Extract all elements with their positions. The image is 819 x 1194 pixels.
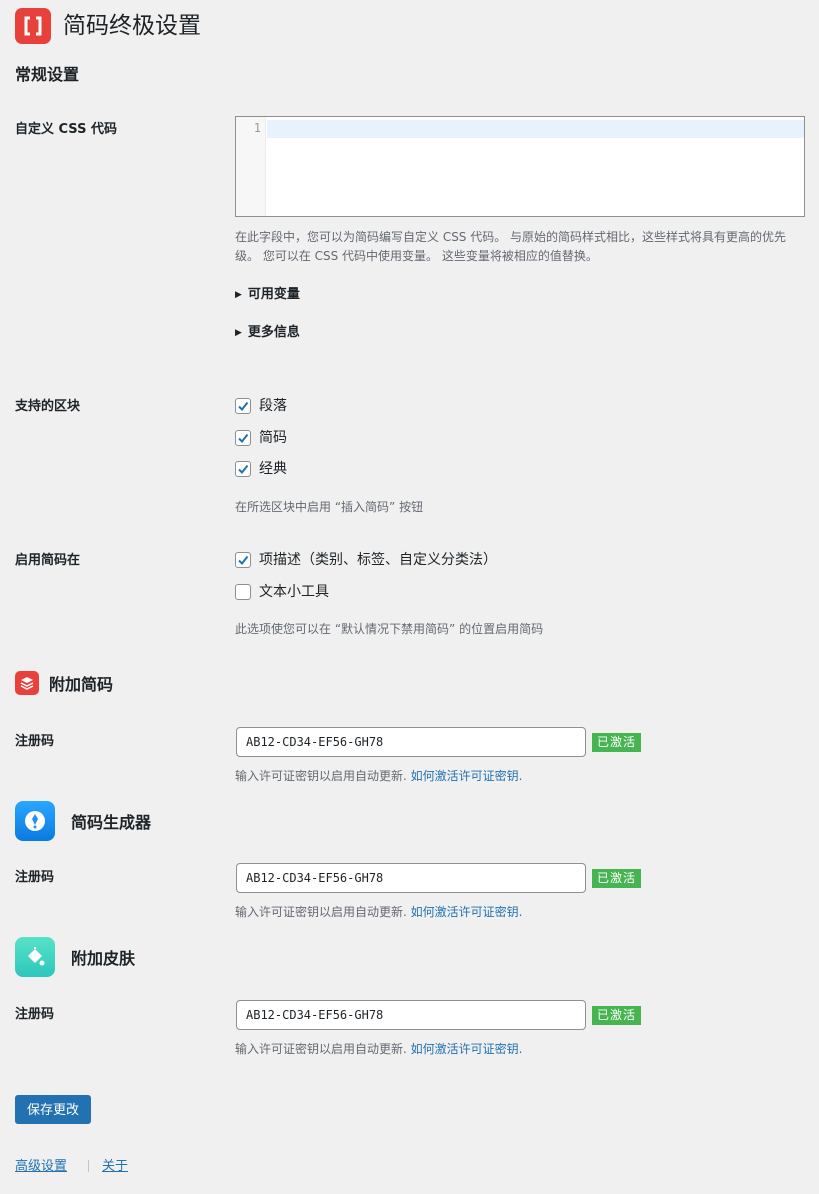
license-label: 注册码	[15, 870, 55, 885]
checkbox-label: 经典	[259, 461, 287, 477]
addon-skins-logo	[15, 937, 55, 977]
license-key-input[interactable]	[236, 727, 586, 757]
license-help-text: 输入许可证密钥以启用自动更新.	[235, 905, 407, 919]
triangle-right-icon: ▶	[235, 290, 242, 300]
css-code-editor[interactable]: 1	[235, 116, 805, 217]
plugin-logo	[15, 8, 51, 44]
license-key-input[interactable]	[236, 863, 586, 893]
about-link[interactable]: 关于	[102, 1158, 128, 1176]
line-number: 1	[253, 121, 261, 135]
brackets-icon	[24, 16, 42, 36]
license-key-input[interactable]	[236, 1000, 586, 1030]
general-settings-title: 常规设置	[15, 65, 80, 84]
checkbox[interactable]	[235, 461, 251, 477]
supported-blocks-description: 在所选区块中启用 “插入简码” 按钮	[235, 500, 424, 514]
text-widget-option[interactable]: 文本小工具	[235, 583, 329, 601]
checkbox-label: 文本小工具	[259, 584, 329, 600]
activated-badge: 已激活	[592, 1006, 642, 1025]
checkbox[interactable]	[235, 584, 251, 600]
how-to-activate-link[interactable]: 如何激活许可证密钥.	[411, 1042, 523, 1056]
term-description-option[interactable]: 项描述（类别、标签、自定义分类法）	[235, 551, 497, 569]
line-number-gutter: 1	[236, 117, 266, 216]
checkbox[interactable]	[235, 398, 251, 414]
addon-skins-title: 附加皮肤	[71, 949, 136, 968]
checkmark-icon	[238, 401, 249, 412]
checkmark-icon	[238, 433, 249, 444]
enable-in-label: 启用简码在	[15, 553, 81, 568]
triangle-right-icon: ▶	[235, 328, 242, 338]
checkbox[interactable]	[235, 552, 251, 568]
active-line-highlight	[267, 120, 804, 138]
page-title: 简码终极设置	[63, 13, 201, 39]
block-classic-option[interactable]: 经典	[235, 460, 287, 478]
available-variables-label: 可用变量	[247, 287, 300, 302]
license-help: 输入许可证密钥以启用自动更新. 如何激活许可证密钥.	[235, 1040, 522, 1059]
available-variables-toggle[interactable]: ▶ 可用变量	[235, 286, 300, 304]
how-to-activate-link[interactable]: 如何激活许可证密钥.	[411, 769, 523, 783]
activated-badge: 已激活	[592, 869, 642, 888]
custom-css-label: 自定义 CSS 代码	[15, 122, 117, 137]
checkmark-icon	[238, 464, 249, 475]
checkbox-label: 段落	[259, 398, 287, 414]
checkbox-label: 项描述（类别、标签、自定义分类法）	[259, 552, 497, 568]
supported-blocks-label: 支持的区块	[15, 399, 81, 414]
license-label: 注册码	[15, 1007, 55, 1022]
footer-separator	[88, 1160, 89, 1172]
paint-bucket-icon	[28, 947, 45, 966]
enable-in-description: 此选项使您可以在 “默认情况下禁用简码” 的位置启用简码	[235, 622, 544, 636]
license-help: 输入许可证密钥以启用自动更新. 如何激活许可证密钥.	[235, 903, 522, 922]
block-paragraph-option[interactable]: 段落	[235, 397, 287, 415]
advanced-settings-link[interactable]: 高级设置	[15, 1158, 67, 1176]
block-shortcode-option[interactable]: 简码	[235, 429, 287, 447]
activated-badge: 已激活	[592, 733, 642, 752]
license-help-text: 输入许可证密钥以启用自动更新.	[235, 769, 407, 783]
custom-css-description: 在此字段中，您可以为简码编写自定义 CSS 代码。 与原始的简码样式相比，这些样…	[235, 230, 787, 263]
checkbox-label: 简码	[259, 430, 287, 446]
how-to-activate-link[interactable]: 如何激活许可证密钥.	[411, 905, 523, 919]
generator-icon	[25, 811, 45, 831]
addon-generator-title: 简码生成器	[71, 813, 152, 832]
license-help-text: 输入许可证密钥以启用自动更新.	[235, 1042, 407, 1056]
checkmark-icon	[238, 555, 249, 566]
more-info-label: 更多信息	[247, 325, 300, 340]
more-info-toggle[interactable]: ▶ 更多信息	[235, 324, 300, 342]
checkbox[interactable]	[235, 430, 251, 446]
addon-shortcodes-logo	[15, 671, 39, 695]
license-label: 注册码	[15, 734, 55, 749]
layers-icon	[20, 677, 34, 690]
license-help: 输入许可证密钥以启用自动更新. 如何激活许可证密钥.	[235, 767, 522, 786]
addon-generator-logo	[15, 801, 55, 841]
addon-shortcodes-title: 附加简码	[49, 675, 114, 694]
save-changes-button[interactable]: 保存更改	[15, 1095, 92, 1124]
